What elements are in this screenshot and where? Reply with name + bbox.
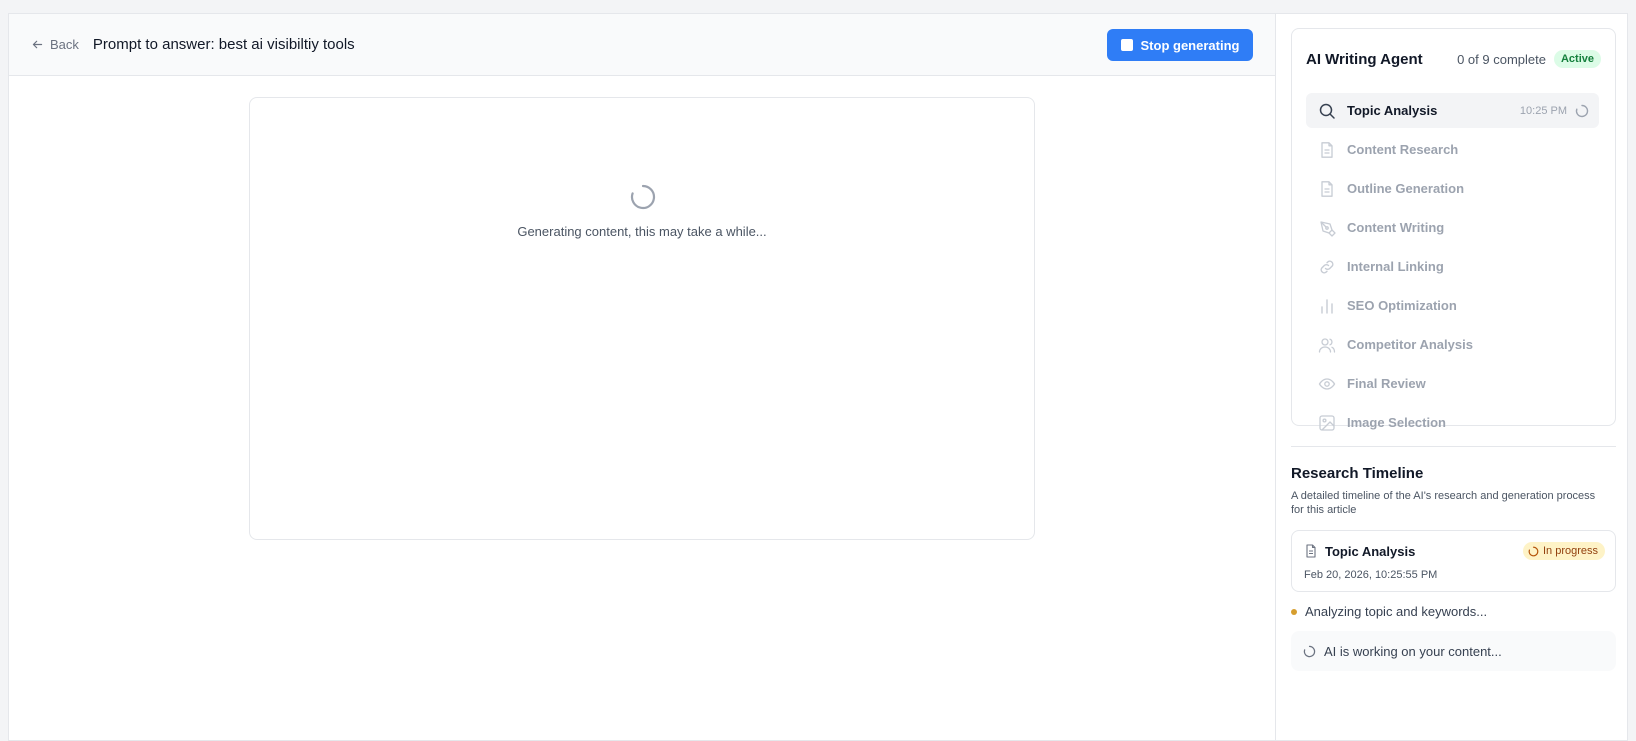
step-label: Internal Linking bbox=[1347, 259, 1444, 274]
side-panel: AI Writing Agent 0 of 9 complete Active … bbox=[1276, 14, 1627, 740]
arrow-left-icon bbox=[32, 40, 43, 49]
loading-spinner-icon bbox=[1575, 104, 1589, 117]
app-frame: Back Prompt to answer: best ai visibilti… bbox=[8, 13, 1628, 741]
timeline-entry-timestamp: Feb 20, 2026, 10:25:55 PM bbox=[1304, 569, 1438, 581]
back-label: Back bbox=[50, 37, 79, 52]
top-bar: Back Prompt to answer: best ai visibilti… bbox=[9, 14, 1275, 76]
step-topic-analysis[interactable]: Topic Analysis 10:25 PM bbox=[1306, 93, 1599, 128]
working-text: AI is working on your content... bbox=[1324, 643, 1502, 659]
stop-generating-button[interactable]: Stop generating bbox=[1107, 29, 1253, 61]
step-label: Image Selection bbox=[1347, 415, 1446, 430]
agent-progress: 0 of 9 complete bbox=[1457, 51, 1546, 67]
in-progress-label: In progress bbox=[1542, 545, 1598, 557]
status-text: Analyzing topic and keywords... bbox=[1305, 604, 1488, 619]
stop-icon bbox=[1120, 39, 1133, 51]
loading-spinner-icon bbox=[1303, 645, 1316, 657]
status-dot bbox=[1291, 608, 1297, 615]
timeline-description: A detailed timeline of the AI's research… bbox=[1291, 490, 1596, 516]
step-image-selection[interactable]: Image Selection bbox=[1306, 405, 1599, 440]
step-internal-linking[interactable]: Internal Linking bbox=[1306, 249, 1599, 284]
link-icon bbox=[1318, 258, 1336, 276]
timeline-title: Research Timeline bbox=[1291, 465, 1424, 482]
step-time: 10:25 PM bbox=[1519, 104, 1567, 117]
step-label: Content Research bbox=[1347, 142, 1459, 157]
document-icon bbox=[1318, 180, 1336, 198]
agent-steps-list: Topic Analysis 10:25 PM Content Research… bbox=[1306, 93, 1599, 444]
main-panel: Back Prompt to answer: best ai visibilti… bbox=[9, 14, 1276, 740]
back-button[interactable]: Back bbox=[31, 37, 79, 52]
loading-spinner-icon bbox=[1528, 546, 1539, 556]
page-title: Prompt to answer: best ai visibiltiy too… bbox=[92, 36, 355, 53]
step-content-research[interactable]: Content Research bbox=[1306, 132, 1599, 167]
step-content-writing[interactable]: Content Writing bbox=[1306, 210, 1599, 245]
pen-icon bbox=[1318, 219, 1336, 237]
search-icon bbox=[1318, 102, 1336, 120]
step-outline-generation[interactable]: Outline Generation bbox=[1306, 171, 1599, 206]
step-label: Topic Analysis bbox=[1347, 103, 1438, 118]
content-preview-card: Generating content, this may take a whil… bbox=[249, 97, 1035, 540]
agent-header: AI Writing Agent 0 of 9 complete Active bbox=[1306, 47, 1601, 71]
step-label: Outline Generation bbox=[1347, 181, 1465, 196]
eye-icon bbox=[1318, 375, 1336, 393]
agent-card: AI Writing Agent 0 of 9 complete Active … bbox=[1291, 28, 1616, 431]
status-line: Analyzing topic and keywords... bbox=[1291, 604, 1487, 619]
step-final-review[interactable]: Final Review bbox=[1306, 366, 1599, 401]
users-icon bbox=[1318, 336, 1336, 354]
step-competitor-analysis[interactable]: Competitor Analysis bbox=[1306, 327, 1599, 362]
timeline-entry-step: Topic Analysis bbox=[1325, 544, 1416, 559]
working-indicator: AI is working on your content... bbox=[1291, 631, 1616, 671]
step-label: Final Review bbox=[1347, 376, 1426, 391]
timeline-entry-card[interactable]: Topic Analysis In progress Feb 20, 2026,… bbox=[1291, 530, 1616, 592]
in-progress-badge: In progress bbox=[1522, 542, 1605, 560]
status-badge: Active bbox=[1553, 50, 1601, 68]
step-label: Competitor Analysis bbox=[1347, 337, 1473, 352]
agent-title: AI Writing Agent bbox=[1306, 50, 1423, 68]
bar-chart-icon bbox=[1318, 297, 1336, 315]
stop-button-label: Stop generating bbox=[1140, 37, 1240, 53]
image-icon bbox=[1318, 414, 1336, 432]
document-icon bbox=[1306, 544, 1316, 558]
divider bbox=[1291, 446, 1616, 447]
loading-spinner-icon bbox=[630, 184, 656, 210]
generating-message: Generating content, this may take a whil… bbox=[517, 224, 767, 239]
step-seo-optimization[interactable]: SEO Optimization bbox=[1306, 288, 1599, 323]
step-label: Content Writing bbox=[1347, 220, 1445, 235]
document-icon bbox=[1318, 141, 1336, 159]
step-label: SEO Optimization bbox=[1347, 298, 1457, 313]
